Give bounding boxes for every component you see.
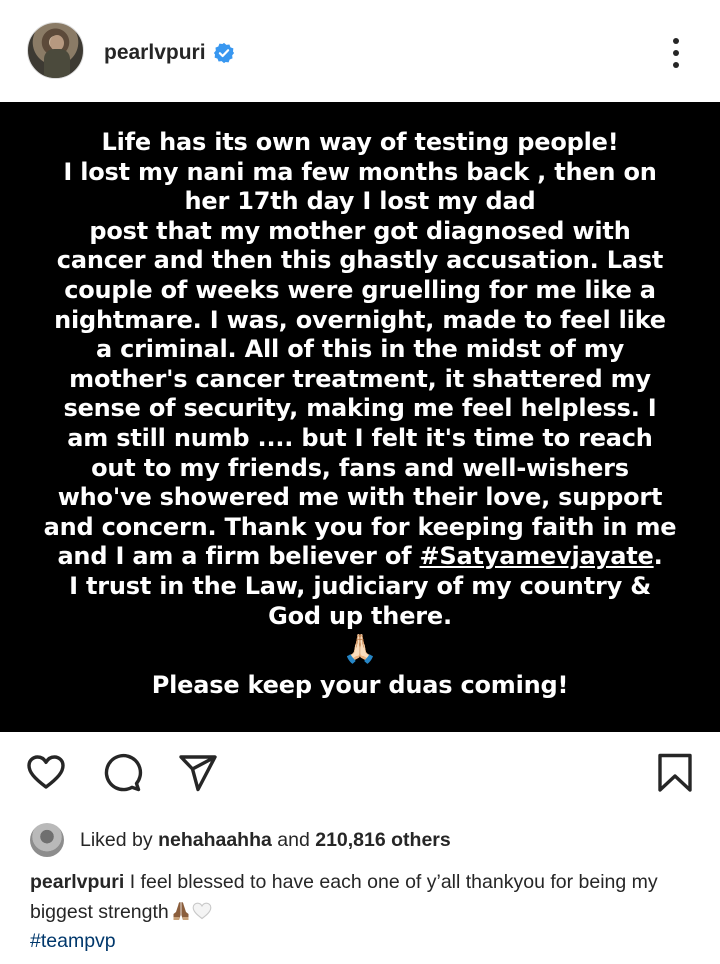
post-line: and concern. Thank you for keeping faith… <box>43 512 677 541</box>
post-closing-line: Please keep your duas coming! <box>151 671 569 700</box>
post-line: nightmare. I was, overnight, made to fee… <box>54 305 666 334</box>
liker-avatar[interactable] <box>30 823 64 857</box>
bookmark-icon[interactable] <box>654 752 696 794</box>
post-line-believer: and I am a firm believer of #Satyamevjay… <box>0 542 720 572</box>
post-line: who've showered me with their love, supp… <box>57 483 663 512</box>
folded-hands-emoji: 🙏🏻 <box>342 632 378 666</box>
post-image[interactable]: Life has its own way of testing people! … <box>0 102 720 732</box>
post-header: pearlvpuri <box>0 0 720 102</box>
post-line-believer-prefix: and I am a firm believer of <box>57 542 420 571</box>
post-line: post that my mother got diagnosed with <box>89 216 631 245</box>
post-line: a criminal. All of this in the midst of … <box>95 335 625 364</box>
profile-avatar[interactable] <box>27 22 84 79</box>
action-bar <box>0 732 720 820</box>
likes-middle: and <box>271 828 316 851</box>
likes-prefix: Liked by <box>80 828 159 851</box>
likes-count[interactable]: 210,816 others <box>315 829 451 851</box>
username-link[interactable]: pearlvpuri <box>104 41 206 65</box>
caption-username[interactable]: pearlvpuri <box>30 871 124 893</box>
caption-text: I feel blessed to have each one of y’all… <box>30 871 658 923</box>
post-line: Life has its own way of testing people! <box>101 128 619 156</box>
liker-username[interactable]: nehahaahha <box>158 829 272 851</box>
post-line: her 17th day I lost my dad <box>184 187 536 216</box>
white-heart-emoji-icon <box>192 902 212 919</box>
likes-text: Liked by nehahaahha and 210,816 others <box>80 829 451 852</box>
username-row: pearlvpuri <box>104 38 235 68</box>
post-line: mother's cancer treatment, it shattered … <box>69 364 651 393</box>
comment-icon[interactable] <box>101 752 143 794</box>
post-text-block: Life has its own way of testing people! … <box>0 128 720 701</box>
post-line: out to my friends, fans and well-wishers <box>91 453 629 482</box>
more-options-icon[interactable] <box>664 36 688 70</box>
post-line: I lost my nani ma few months back , then… <box>63 157 657 186</box>
folded-hands-emoji-icon <box>173 901 189 920</box>
send-icon[interactable] <box>177 752 219 794</box>
heart-outline-icon[interactable] <box>25 752 67 794</box>
caption-hashtag[interactable]: #teampvp <box>30 927 700 957</box>
post-line: am still numb .... but I felt it's time … <box>67 423 653 452</box>
post-hashtag: #Satyamevjayate <box>419 542 654 571</box>
verified-badge-icon <box>213 42 234 64</box>
post-line: sense of security, making me feel helple… <box>63 394 657 423</box>
post-line: God up there. <box>268 601 452 630</box>
post-line: couple of weeks were gruelling for me li… <box>64 275 656 304</box>
avatar-figure <box>44 49 70 78</box>
likes-row[interactable]: Liked by nehahaahha and 210,816 others <box>30 822 451 858</box>
post-line: I trust in the Law, judiciary of my coun… <box>69 571 651 600</box>
caption: pearlvpuri I feel blessed to have each o… <box>30 868 700 957</box>
post-line: cancer and then this ghastly accusation.… <box>56 246 664 275</box>
post-line-believer-suffix: . <box>653 542 663 571</box>
